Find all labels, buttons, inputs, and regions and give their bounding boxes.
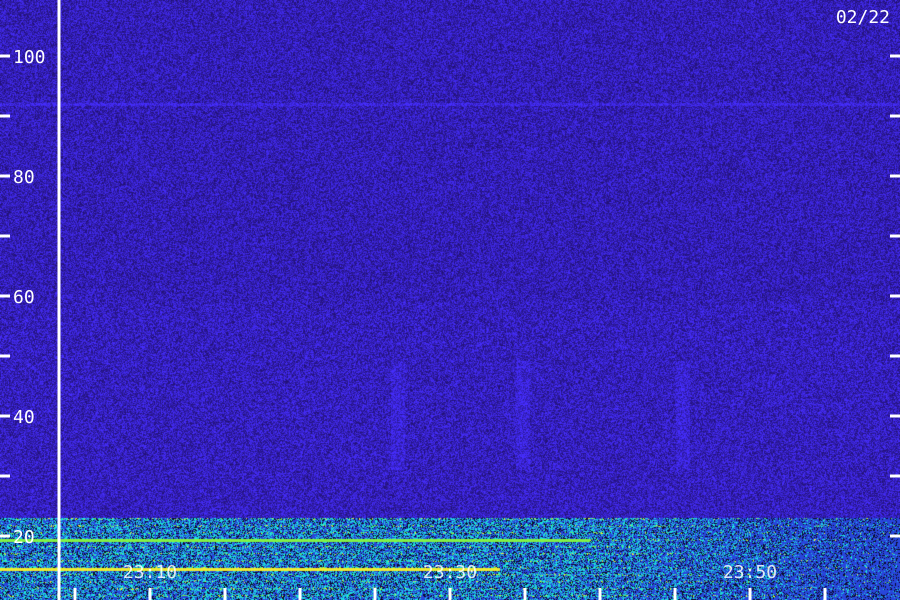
- spectrogram-axes: 20 40 60 80 100 23:10 23:30 23:50 02/22: [0, 0, 900, 600]
- x-tick-label-2350: 23:50: [723, 562, 777, 583]
- x-tick-label-2330: 23:30: [423, 562, 477, 583]
- y-tick-label-60: 60: [13, 287, 35, 308]
- y-tick-label-80: 80: [13, 167, 35, 188]
- x-ticks: 23:10 23:30 23:50: [73, 562, 827, 600]
- y-ticks: 20 40 60 80 100: [0, 47, 900, 548]
- y-tick-label-40: 40: [13, 407, 35, 428]
- date-label: 02/22: [836, 7, 890, 28]
- y-tick-label-20: 20: [13, 527, 35, 548]
- x-tick-label-2310: 23:10: [123, 562, 177, 583]
- y-tick-label-100: 100: [13, 47, 46, 68]
